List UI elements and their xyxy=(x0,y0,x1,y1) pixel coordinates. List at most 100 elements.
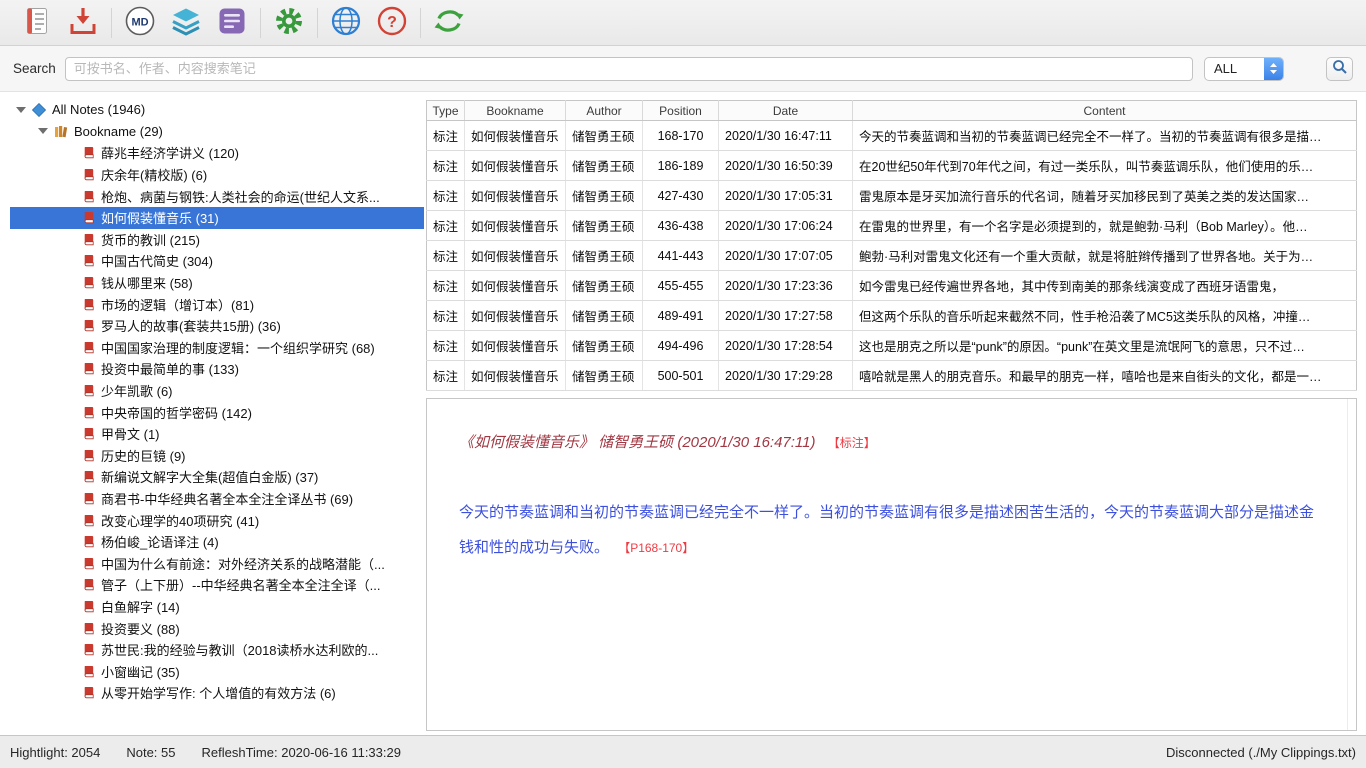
detail-scrollbar[interactable] xyxy=(1347,399,1356,730)
tag-icon xyxy=(32,103,46,117)
column-header-content[interactable]: Content xyxy=(853,101,1357,121)
filter-dropdown-value: ALL xyxy=(1205,61,1264,76)
book-icon xyxy=(82,190,95,203)
book-label: 罗马人的故事(套装共15册) (36) xyxy=(101,316,281,335)
import-button[interactable] xyxy=(60,3,106,43)
sidebar-book-item[interactable]: 少年凯歌 (6) xyxy=(10,380,424,402)
sidebar-book-item[interactable]: 钱从哪里来 (58) xyxy=(10,272,424,294)
sidebar-book-item[interactable]: 薛兆丰经济学讲义 (120) xyxy=(10,142,424,164)
stats-button[interactable] xyxy=(209,3,255,43)
column-header-date[interactable]: Date xyxy=(719,101,853,121)
sidebar-book-item[interactable]: 中国国家治理的制度逻辑：一个组织学研究 (68) xyxy=(10,337,424,359)
sidebar-book-item[interactable]: 管子（上下册）--中华经典名著全本全注全译（... xyxy=(10,574,424,596)
sidebar-book-item[interactable]: 甲骨文 (1) xyxy=(10,423,424,445)
book-label: 投资要义 (88) xyxy=(101,619,180,638)
sidebar-book-item[interactable]: 白鱼解字 (14) xyxy=(10,596,424,618)
column-header-type[interactable]: Type xyxy=(427,101,465,121)
refresh-button[interactable] xyxy=(426,3,472,43)
book-label: 杨伯峻_论语译注 (4) xyxy=(101,532,219,551)
cell-content: 今天的节奏蓝调和当初的节奏蓝调已经完全不一样了。当初的节奏蓝调有很多是描… xyxy=(853,121,1357,151)
sidebar-book-item[interactable]: 新编说文解字大全集(超值白金版) (37) xyxy=(10,466,424,488)
sidebar-book-item[interactable]: 货币的教训 (215) xyxy=(10,229,424,251)
status-bar: Hightlight: 2054 Note: 55 RefleshTime: 2… xyxy=(0,735,1366,768)
markdown-export-button[interactable]: MD xyxy=(117,3,163,43)
book-icon xyxy=(82,211,95,224)
sidebar-book-item[interactable]: 中国为什么有前途：对外经济关系的战略潜能（... xyxy=(10,552,424,574)
cell-author: 储智勇王硕 xyxy=(566,181,643,211)
book-label: 薛兆丰经济学讲义 (120) xyxy=(101,143,239,162)
book-icon xyxy=(82,427,95,440)
cell-position: 436-438 xyxy=(643,211,719,241)
settings-button[interactable] xyxy=(266,3,312,43)
table-row[interactable]: 标注 如何假装懂音乐 储智勇王硕 489-491 2020/1/30 17:27… xyxy=(427,301,1357,331)
cell-type: 标注 xyxy=(427,301,465,331)
table-row[interactable]: 标注 如何假装懂音乐 储智勇王硕 500-501 2020/1/30 17:29… xyxy=(427,361,1357,391)
table-header-row: Type Bookname Author Position Date Conte… xyxy=(427,101,1357,121)
chevron-up-down-icon xyxy=(1264,58,1283,80)
sidebar-book-item[interactable]: 历史的巨镜 (9) xyxy=(10,445,424,467)
sidebar-book-item[interactable]: 改变心理学的40项研究 (41) xyxy=(10,509,424,531)
status-connection: Disconnected (./My Clippings.txt) xyxy=(1166,745,1356,760)
cell-position: 186-189 xyxy=(643,151,719,181)
book-icon xyxy=(82,643,95,656)
website-button[interactable] xyxy=(323,3,369,43)
disclosure-triangle-icon[interactable] xyxy=(38,128,48,134)
filter-dropdown[interactable]: ALL xyxy=(1204,57,1284,81)
table-row[interactable]: 标注 如何假装懂音乐 储智勇王硕 455-455 2020/1/30 17:23… xyxy=(427,271,1357,301)
download-icon xyxy=(68,6,98,39)
cell-bookname: 如何假装懂音乐 xyxy=(465,361,566,391)
cell-position: 168-170 xyxy=(643,121,719,151)
search-input[interactable] xyxy=(65,57,1193,81)
table-row[interactable]: 标注 如何假装懂音乐 储智勇王硕 436-438 2020/1/30 17:06… xyxy=(427,211,1357,241)
table-row[interactable]: 标注 如何假装懂音乐 储智勇王硕 168-170 2020/1/30 16:47… xyxy=(427,121,1357,151)
sidebar-book-item[interactable]: 庆余年(精校版) (6) xyxy=(10,164,424,186)
book-icon xyxy=(82,233,95,246)
book-icon xyxy=(82,384,95,397)
sidebar-book-item[interactable]: 杨伯峻_论语译注 (4) xyxy=(10,531,424,553)
book-icon xyxy=(82,168,95,181)
cell-author: 储智勇王硕 xyxy=(566,331,643,361)
cell-type: 标注 xyxy=(427,241,465,271)
sidebar-item-all-notes[interactable]: All Notes (1946) xyxy=(10,99,424,121)
column-header-position[interactable]: Position xyxy=(643,101,719,121)
sidebar-book-item[interactable]: 苏世民:我的经验与教训（2018读桥水达利欧的... xyxy=(10,639,424,661)
sidebar-book-item[interactable]: 投资要义 (88) xyxy=(10,617,424,639)
cell-position: 427-430 xyxy=(643,181,719,211)
clippings-button[interactable] xyxy=(14,3,60,43)
table-row[interactable]: 标注 如何假装懂音乐 储智勇王硕 186-189 2020/1/30 16:50… xyxy=(427,151,1357,181)
export-layers-button[interactable] xyxy=(163,3,209,43)
cell-author: 储智勇王硕 xyxy=(566,241,643,271)
book-icon xyxy=(82,492,95,505)
sidebar-book-item[interactable]: 如何假装懂音乐 (31) xyxy=(10,207,424,229)
sidebar-book-item[interactable]: 市场的逻辑（增订本）(81) xyxy=(10,293,424,315)
sidebar-book-item[interactable]: 商君书-中华经典名著全本全注全译丛书 (69) xyxy=(10,488,424,510)
help-button[interactable]: ? xyxy=(369,3,415,43)
detail-body-text: 今天的节奏蓝调和当初的节奏蓝调已经完全不一样了。当初的节奏蓝调有很多是描述困苦生… xyxy=(459,504,1314,556)
book-label: 中国国家治理的制度逻辑：一个组织学研究 (68) xyxy=(101,338,375,357)
sidebar-book-item[interactable]: 小窗幽记 (35) xyxy=(10,660,424,682)
table-row[interactable]: 标注 如何假装懂音乐 储智勇王硕 427-430 2020/1/30 17:05… xyxy=(427,181,1357,211)
book-icon xyxy=(82,276,95,289)
sidebar-item-bookname[interactable]: Bookname (29) xyxy=(10,121,424,143)
cell-author: 储智勇王硕 xyxy=(566,151,643,181)
table-row[interactable]: 标注 如何假装懂音乐 储智勇王硕 441-443 2020/1/30 17:07… xyxy=(427,241,1357,271)
sidebar-book-item[interactable]: 中国古代简史 (304) xyxy=(10,250,424,272)
sidebar-book-item[interactable]: 枪炮、病菌与钢铁:人类社会的命运(世纪人文系... xyxy=(10,185,424,207)
search-button[interactable] xyxy=(1326,57,1353,81)
sidebar-book-item[interactable]: 投资中最简单的事 (133) xyxy=(10,358,424,380)
sidebar-book-item[interactable]: 罗马人的故事(套装共15册) (36) xyxy=(10,315,424,337)
book-icon xyxy=(82,298,95,311)
book-icon xyxy=(82,665,95,678)
detail-title: 《如何假装懂音乐》 储智勇王硕 (2020/1/30 16:47:11) 【标注… xyxy=(459,431,1320,452)
table-row[interactable]: 标注 如何假装懂音乐 储智勇王硕 494-496 2020/1/30 17:28… xyxy=(427,331,1357,361)
cell-content: 如今雷鬼已经传遍世界各地，其中传到南美的那条线演变成了西班牙语雷鬼， xyxy=(853,271,1357,301)
cell-bookname: 如何假装懂音乐 xyxy=(465,211,566,241)
sidebar: All Notes (1946) Bookname (29) 薛兆丰经济学讲义 … xyxy=(0,92,426,735)
sidebar-book-item[interactable]: 中央帝国的哲学密码 (142) xyxy=(10,401,424,423)
sidebar-book-item[interactable]: 从零开始学写作: 个人增值的有效方法 (6) xyxy=(10,682,424,704)
cell-bookname: 如何假装懂音乐 xyxy=(465,241,566,271)
column-header-author[interactable]: Author xyxy=(566,101,643,121)
disclosure-triangle-icon[interactable] xyxy=(16,107,26,113)
cell-content: 在20世纪50年代到70年代之间，有过一类乐队，叫节奏蓝调乐队，他们使用的乐… xyxy=(853,151,1357,181)
column-header-bookname[interactable]: Bookname xyxy=(465,101,566,121)
